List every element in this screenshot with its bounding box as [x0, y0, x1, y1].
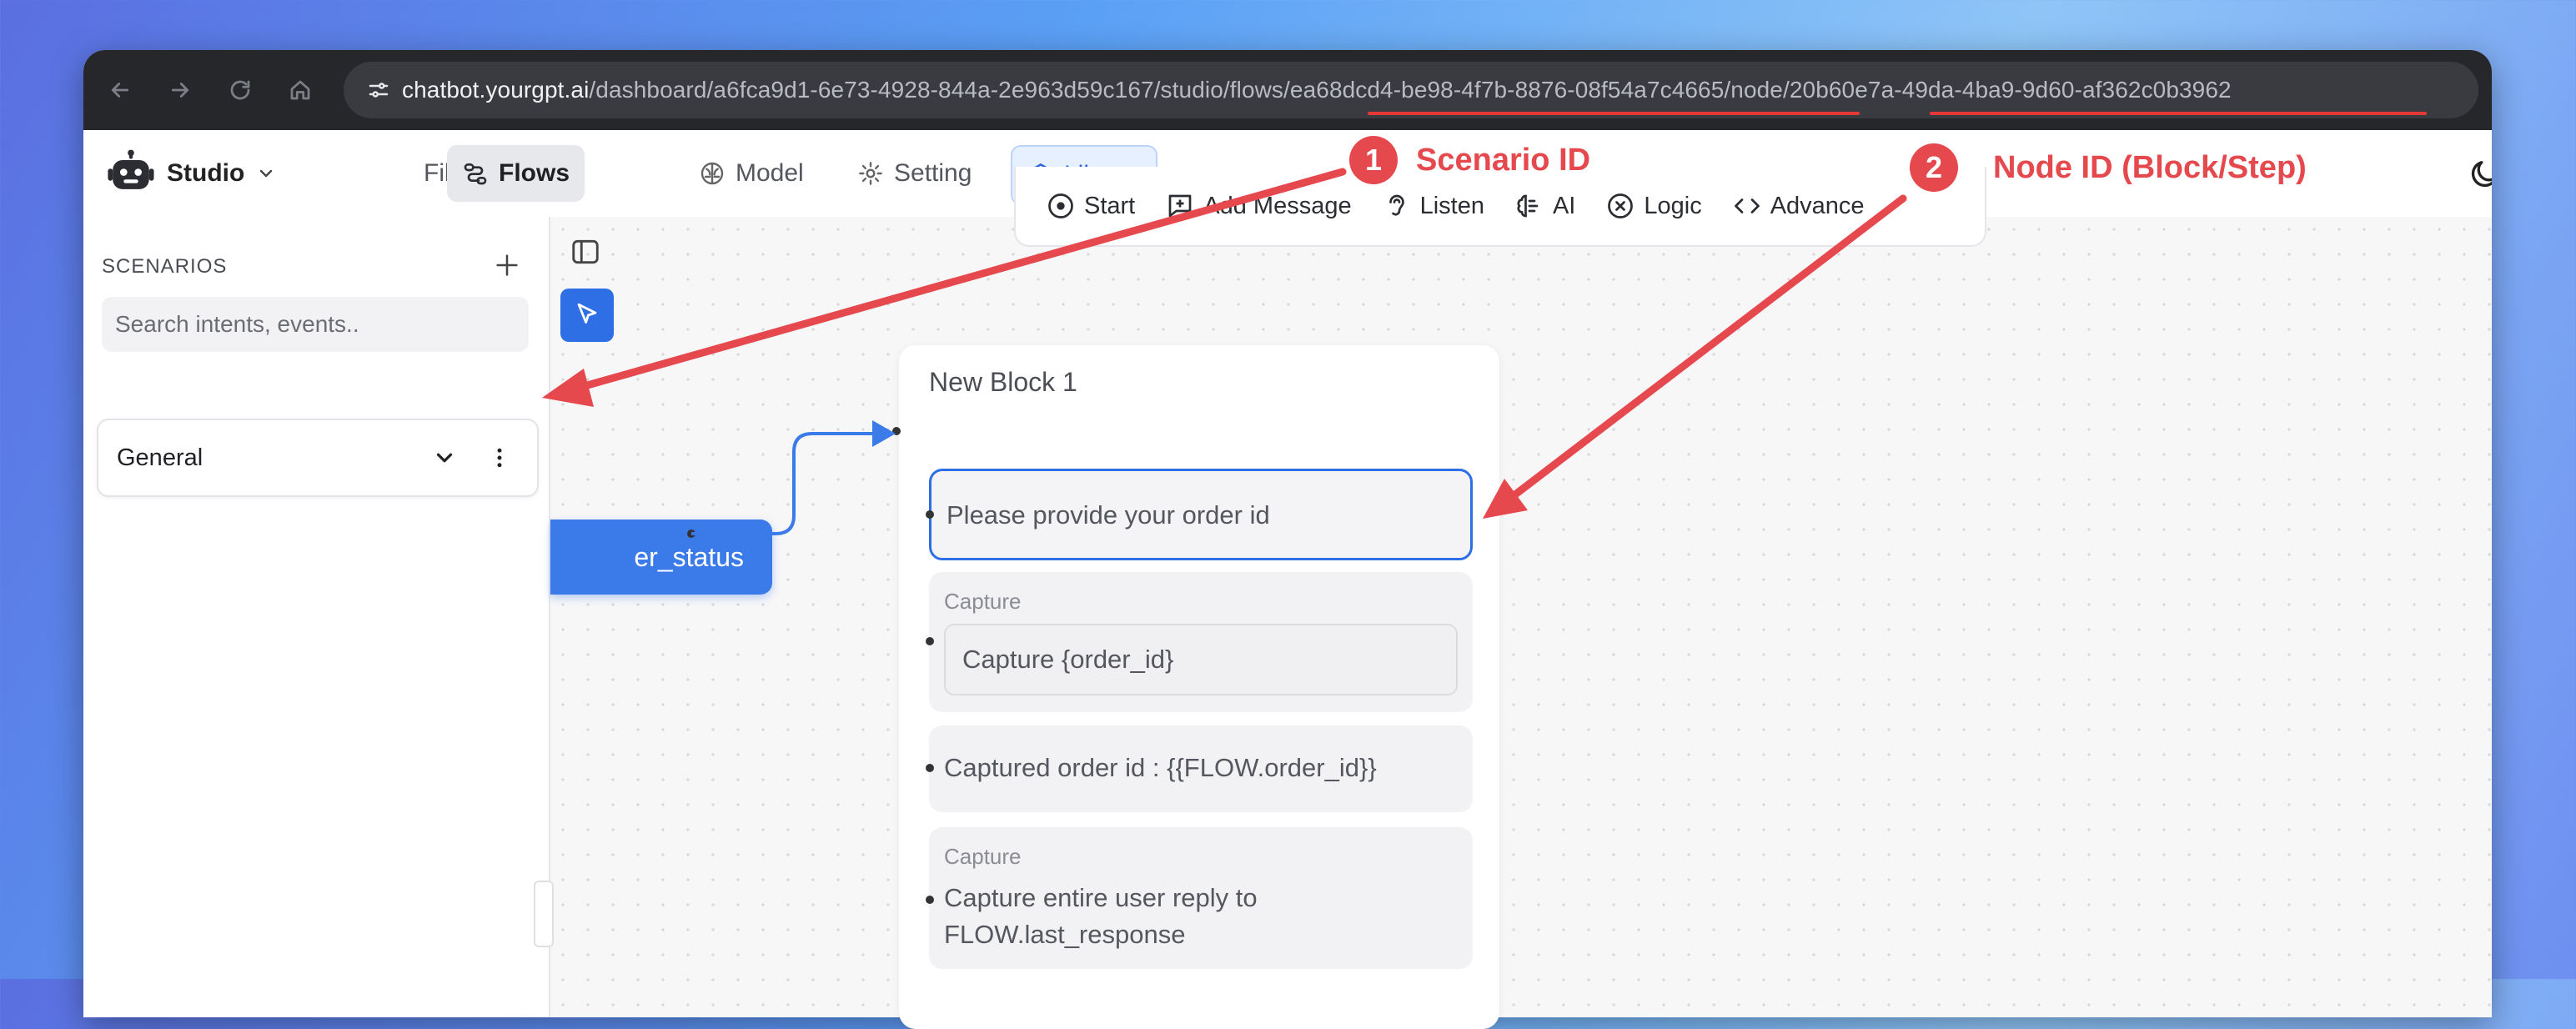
plus-icon	[496, 254, 518, 276]
studio-label: Studio	[167, 159, 245, 187]
start-icon	[1048, 193, 1073, 218]
annotation-label: Node ID (Block/Step)	[1993, 149, 2307, 185]
tab-setting-label: Setting	[894, 159, 972, 187]
code-icon	[1734, 198, 1760, 213]
message-step-text: Please provide your order id	[947, 500, 1270, 530]
message-step[interactable]: Captured order id : {{FLOW.order_id}}	[929, 725, 1473, 812]
tool-start[interactable]: Start	[1036, 181, 1145, 231]
capture-step-text-line1: Capture entire user reply to	[944, 883, 1258, 912]
address-bar[interactable]: chatbot.yourgpt.ai/dashboard/a6fca9d1-6e…	[344, 62, 2478, 118]
scenario-label: General	[117, 444, 203, 471]
capture-step[interactable]: Capture Capture {order_id}	[929, 572, 1473, 712]
url-path-node: /node/	[1724, 77, 1790, 103]
variable-icon	[1608, 193, 1634, 218]
forward-arrow-icon[interactable]	[150, 50, 210, 130]
url-path-dashboard: /dashboard/a6fca9d1-6e73-4928-844a-2e963…	[589, 77, 1290, 103]
back-arrow-icon[interactable]	[90, 50, 150, 130]
tool-ai[interactable]: AI	[1504, 181, 1585, 231]
url-host: chatbot.yourgpt.ai	[402, 77, 590, 103]
more-vertical-icon[interactable]	[487, 445, 512, 470]
flow-canvas[interactable]	[550, 217, 2492, 1017]
tool-ai-label: AI	[1552, 192, 1576, 219]
tool-logic-label: Logic	[1644, 192, 1702, 219]
chevron-down-icon[interactable]	[432, 445, 457, 470]
gear-icon	[859, 162, 882, 185]
tool-advance-label: Advance	[1770, 192, 1865, 219]
port-dot[interactable]	[892, 427, 901, 435]
sidebar-resize-handle[interactable]	[534, 881, 554, 947]
url-text: chatbot.yourgpt.ai/dashboard/a6fca9d1-6e…	[402, 77, 2232, 103]
tab-setting[interactable]: Setting	[842, 145, 987, 202]
annotation-label: Scenario ID	[1416, 142, 1591, 178]
flows-icon	[464, 163, 487, 185]
dark-mode-toggle[interactable]	[2468, 157, 2492, 190]
cursor-icon	[577, 303, 597, 324]
add-scenario-button[interactable]	[484, 242, 530, 289]
port-dot[interactable]	[926, 510, 934, 519]
capture-step-label: Capture	[944, 589, 1022, 614]
robot-logo-icon	[108, 149, 154, 189]
message-plus-icon	[1168, 194, 1192, 218]
url-node-id: 20b60e7a-49da-4ba9-9d60-af362c0b3962	[1789, 77, 2232, 103]
annotation-number: 1	[1349, 136, 1398, 184]
capture-variable-field[interactable]: Capture {order_id}	[944, 624, 1458, 695]
search-input[interactable]	[102, 297, 529, 352]
tool-listen-label: Listen	[1419, 192, 1484, 219]
home-icon[interactable]	[270, 50, 330, 130]
trigger-node[interactable]: er_status	[550, 520, 772, 595]
message-step[interactable]: Please provide your order id	[929, 469, 1473, 560]
tool-listen[interactable]: Listen	[1372, 181, 1494, 231]
capture-step-text-line2: FLOW.last_response	[944, 920, 1186, 949]
site-settings-icon[interactable]	[355, 78, 402, 103]
moon-icon	[2471, 161, 2492, 188]
capture-step-label: Capture	[944, 844, 1022, 869]
port-dot[interactable]	[687, 530, 695, 538]
scenarios-title: SCENARIOS	[102, 255, 228, 278]
flow-block[interactable]: New Block 1 Please provide your order id…	[899, 345, 1499, 1029]
port-dot[interactable]	[926, 637, 934, 645]
brain-icon	[700, 162, 724, 185]
annotation-number: 2	[1910, 143, 1958, 192]
annotation-scenario-id: 1 Scenario ID	[1349, 136, 1590, 184]
port-dot[interactable]	[926, 896, 934, 904]
tool-add-message[interactable]: Add Message	[1155, 181, 1361, 231]
tab-model-label: Model	[736, 159, 804, 187]
reload-icon[interactable]	[210, 50, 270, 130]
annotation-node-id: 2 Node ID (Block/Step)	[1910, 143, 2307, 192]
tool-add-message-label: Add Message	[1203, 192, 1352, 219]
sidebar-toggle-icon[interactable]	[567, 233, 604, 270]
tool-advance[interactable]: Advance	[1722, 181, 1875, 231]
block-title: New Block 1	[929, 367, 1077, 397]
tab-flows-label: Flows	[499, 159, 570, 187]
studio-menu[interactable]: Studio	[107, 130, 276, 217]
trigger-node-label: er_status	[634, 541, 744, 572]
brain-icon	[1517, 194, 1539, 218]
browser-toolbar: chatbot.yourgpt.ai/dashboard/a6fca9d1-6e…	[83, 50, 2492, 130]
scenario-item-general[interactable]: General	[97, 419, 539, 497]
chevron-down-icon	[260, 169, 273, 178]
tab-flows[interactable]: Flows	[447, 145, 585, 202]
tab-model[interactable]: Model	[684, 145, 819, 202]
select-tool-button[interactable]	[560, 289, 614, 342]
scenarios-sidebar: SCENARIOS General	[83, 217, 550, 1017]
port-dot[interactable]	[926, 764, 934, 772]
toggle-sidebar-button[interactable]	[567, 118, 604, 155]
message-step-text: Captured order id : {{FLOW.order_id}}	[944, 753, 1377, 782]
url-scenario-id: ea68dcd4-be98-4f7b-8876-08f54a7c4665	[1289, 77, 1725, 103]
tool-logic[interactable]: Logic	[1595, 181, 1711, 231]
tool-start-label: Start	[1084, 192, 1136, 219]
capture-step[interactable]: Capture Capture entire user reply to FLO…	[929, 827, 1473, 969]
ear-icon	[1388, 194, 1404, 216]
